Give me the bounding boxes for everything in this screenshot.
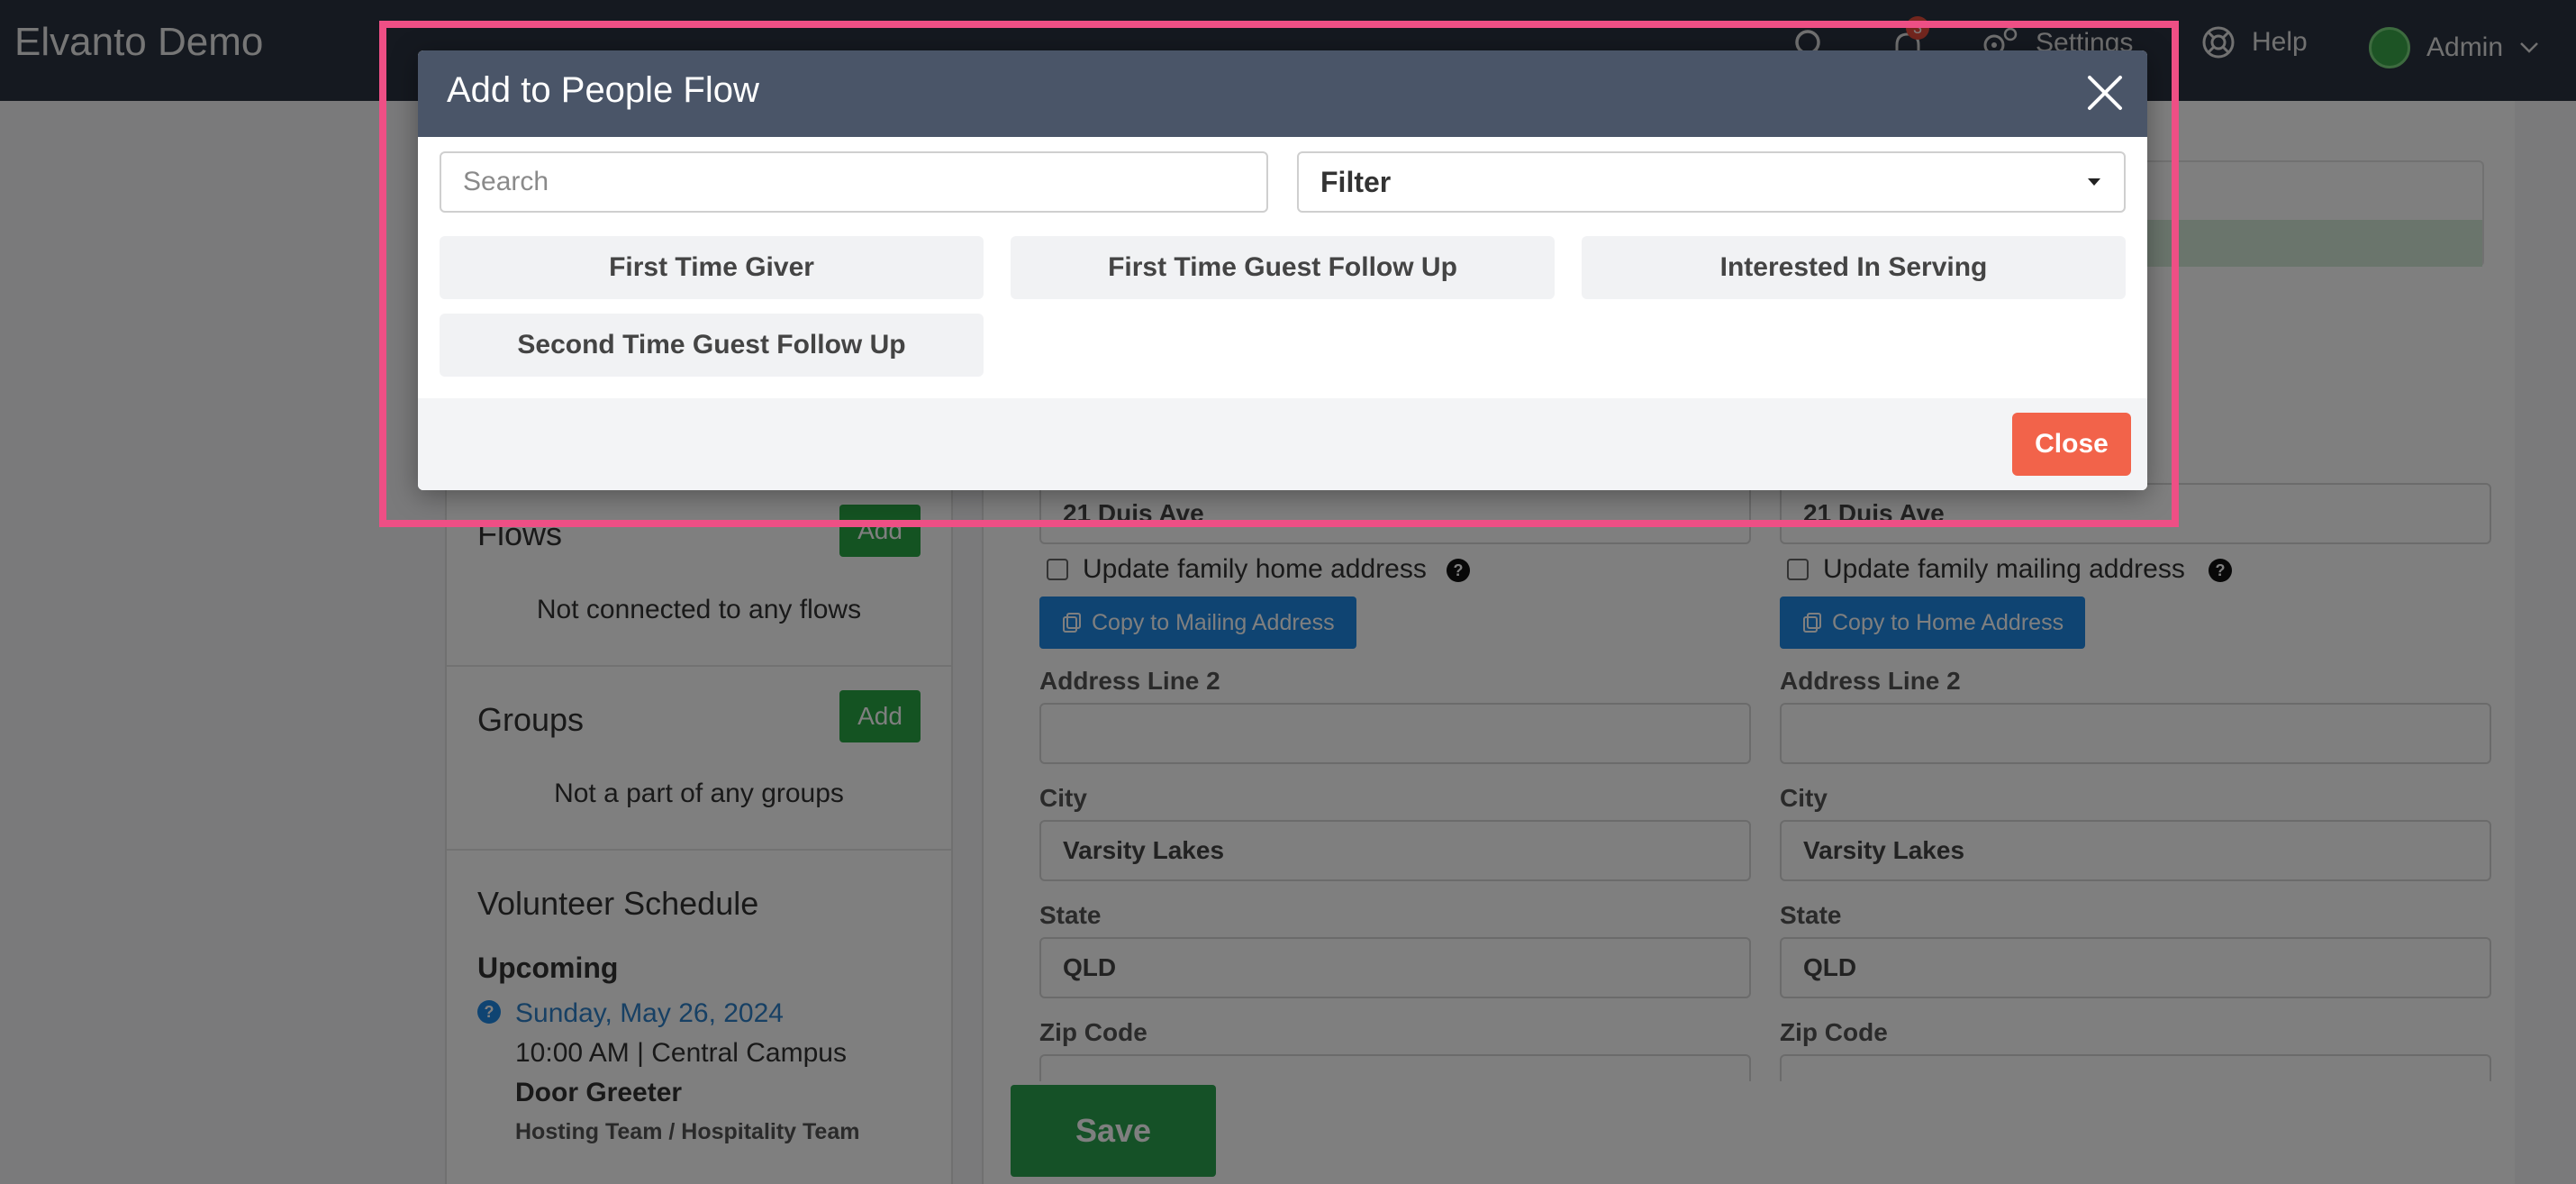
highlight-frame: [379, 21, 2179, 527]
